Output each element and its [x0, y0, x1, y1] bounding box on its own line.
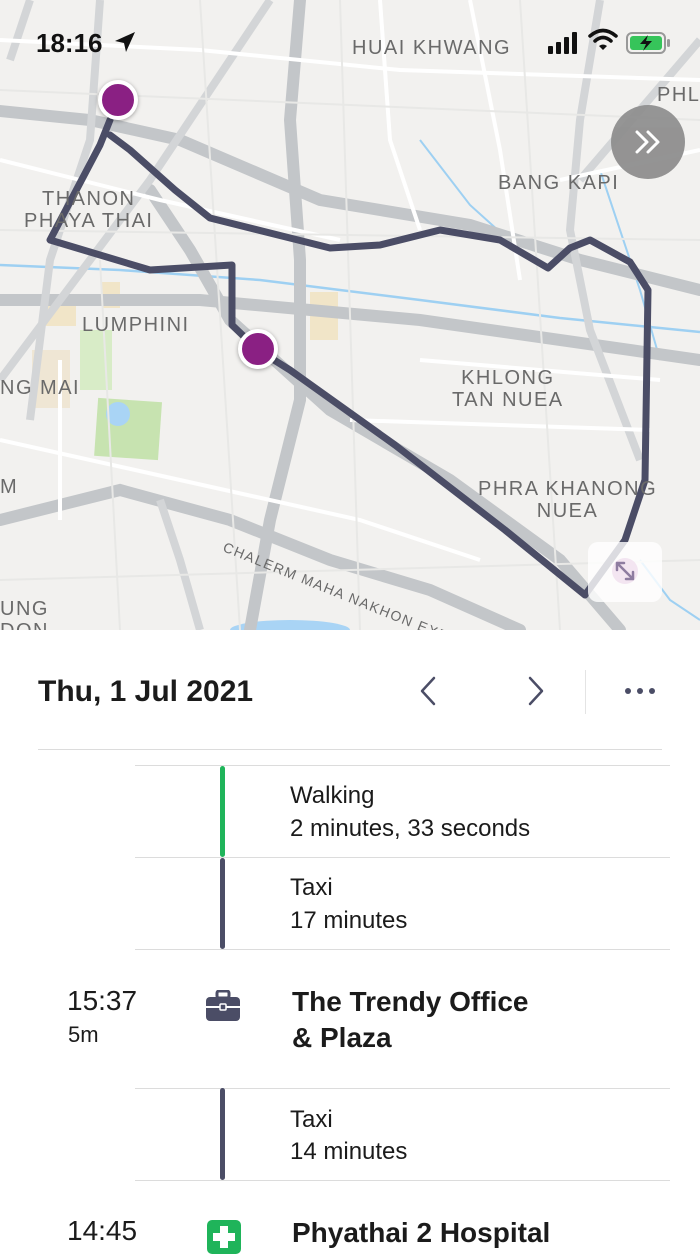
- taxi-bar: [220, 858, 225, 949]
- walking-bar: [220, 766, 225, 857]
- timeline-panel: Thu, 1 Jul 2021 Walking 2 minutes, 33 se…: [0, 630, 700, 1254]
- double-chevron-right-icon: [635, 130, 660, 154]
- next-day-button[interactable]: [520, 674, 550, 708]
- location-pin[interactable]: [98, 80, 138, 120]
- briefcase-icon: [206, 990, 240, 1021]
- segment-mode: Walking: [290, 782, 375, 809]
- divider: [135, 765, 670, 766]
- previous-day-button[interactable]: [414, 674, 444, 708]
- date-title: Thu, 1 Jul 2021: [38, 675, 254, 708]
- fullscreen-map-button[interactable]: [588, 542, 662, 602]
- divider: [135, 949, 670, 950]
- status-bar: 18:16: [0, 28, 700, 62]
- map-label: BANG KAPI: [498, 172, 620, 194]
- divider: [135, 1088, 670, 1089]
- map-label: PHL: [657, 84, 700, 106]
- segment-duration: 14 minutes: [290, 1138, 408, 1165]
- segment-mode: Taxi: [290, 1106, 333, 1133]
- divider: [585, 670, 586, 714]
- divider: [135, 1180, 670, 1181]
- location-pin[interactable]: [238, 329, 278, 369]
- map-label: PHRA KHANONG NUEA: [478, 478, 658, 522]
- expand-sidebar-button[interactable]: [611, 105, 685, 179]
- map-label: M: [0, 476, 19, 498]
- cellular-signal-icon: [548, 32, 577, 54]
- divider: [135, 857, 670, 858]
- map-label: THANON PHAYA THAI: [24, 188, 154, 232]
- battery-charging-icon: [626, 32, 670, 54]
- visit-place-name: The Trendy Office: [292, 986, 529, 1017]
- map-label: NG MAI: [0, 377, 81, 399]
- hospital-icon: [207, 1220, 241, 1254]
- taxi-bar: [220, 1088, 225, 1180]
- expand-arrows-icon: [612, 558, 638, 584]
- visit-time: 15:37: [67, 985, 138, 1016]
- location-arrow-icon: [115, 32, 135, 52]
- segment-duration: 17 minutes: [290, 907, 408, 934]
- map-view[interactable]: HUAI KHWANG PHL BANG KAPI THANON PHAYA T…: [0, 0, 700, 630]
- visit-place-name: Phyathai 2 Hospital: [292, 1217, 551, 1248]
- map-label: LUMPHINI: [82, 314, 190, 336]
- status-time: 18:16: [36, 28, 103, 58]
- more-options-icon[interactable]: [622, 684, 658, 698]
- map-label: KHLONG TAN NUEA: [452, 367, 564, 411]
- segment-duration: 2 minutes, 33 seconds: [290, 815, 531, 842]
- visit-time: 14:45: [67, 1215, 138, 1246]
- segment-mode: Taxi: [290, 874, 333, 901]
- visit-place-name: & Plaza: [292, 1022, 392, 1053]
- map-label: UNG DON: [0, 598, 49, 630]
- visit-duration: 5m: [68, 1022, 99, 1047]
- wifi-icon: [588, 28, 618, 50]
- divider: [38, 749, 662, 750]
